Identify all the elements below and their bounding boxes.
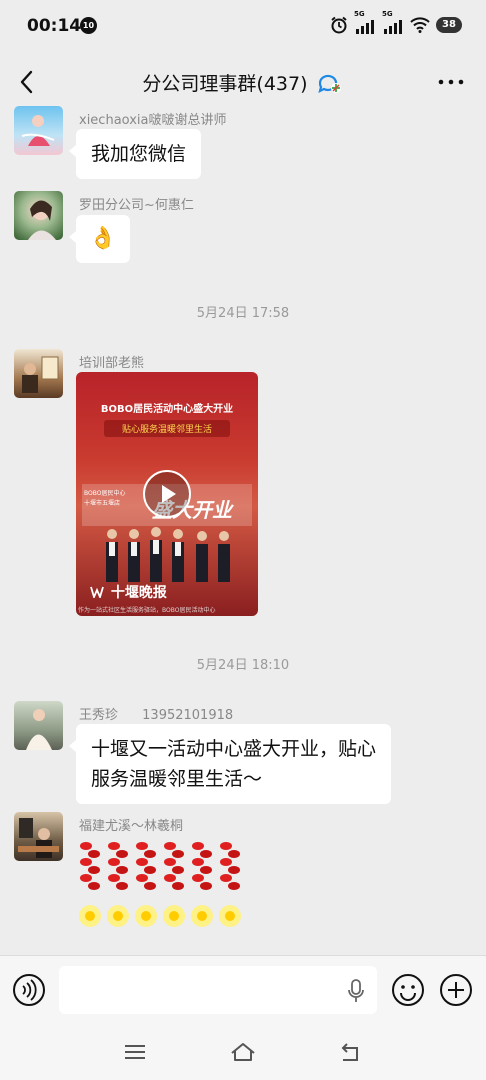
message-bubble[interactable]: 十堰又一活动中心盛大开业，贴心 服务温暖邻里生活～ <box>68 724 392 804</box>
more-button[interactable] <box>436 70 466 94</box>
sender-name: 培训部老熊 <box>79 356 145 371</box>
chat-title-row: 分公司理事群(437) <box>0 69 486 96</box>
chat-title: 分公司理事群(437) <box>142 73 308 95</box>
banner-small-1: BOBO居民中心 <box>84 490 126 497</box>
video-subtitle: 贴心服务温暖邻里生活 <box>104 420 230 437</box>
sender-name: 福建尤溪～林羲桐 <box>79 819 184 834</box>
chat-header: 分公司理事群(437) <box>0 52 486 112</box>
plus-icon <box>440 974 472 1006</box>
sender-name: xiechaoxia啵啵谢总讲师 <box>79 113 227 128</box>
input-bar <box>0 955 486 1025</box>
timestamp: 5月24日 17:58 <box>196 306 290 321</box>
mic-button[interactable] <box>345 978 367 1004</box>
source-logo-icon <box>90 586 104 600</box>
microphone-icon <box>348 979 364 1002</box>
emoji-button[interactable] <box>391 973 425 1007</box>
firecracker-string <box>163 842 185 927</box>
message-bubble[interactable]: 👌 <box>69 215 130 263</box>
message-line: 十堰又一活动中心盛大开业，贴心 <box>91 738 377 760</box>
message-input[interactable] <box>59 966 377 1014</box>
banner-small-2: 十堰市五堰店 <box>84 500 121 507</box>
video-title: BOBO居民活动中心盛大开业 <box>100 404 234 415</box>
battery-icon: 38 <box>436 17 462 33</box>
video-play-button[interactable] <box>143 470 191 518</box>
back-icon <box>341 1043 358 1061</box>
home-icon <box>231 1043 255 1061</box>
avatar[interactable] <box>14 349 63 398</box>
nav-home-button[interactable] <box>229 1038 257 1066</box>
play-icon <box>162 485 176 503</box>
sender-name: 罗田分公司~何惠仁 <box>79 198 194 213</box>
video-source: 十堰晚报 <box>110 585 167 601</box>
sender-name: 王秀珍 13952101918 <box>79 704 233 723</box>
message-bubble[interactable]: 我加您微信 <box>68 129 202 179</box>
nav-back-button[interactable] <box>337 1038 365 1066</box>
avatar[interactable] <box>14 701 63 750</box>
avatar[interactable] <box>14 812 63 861</box>
status-icons: 5G 5G 38 <box>330 10 462 34</box>
voice-button[interactable] <box>12 973 46 1007</box>
firecracker-string <box>79 842 101 927</box>
firecracker-sticker[interactable] <box>76 838 244 934</box>
more-dots-icon <box>438 79 464 85</box>
voice-icon <box>13 974 45 1006</box>
avatar[interactable] <box>14 191 63 240</box>
plus-button[interactable] <box>439 973 473 1007</box>
video-card[interactable]: BOBO居民活动中心盛大开业 贴心服务温暖邻里生活 BOBO居民中心 十堰市五堰… <box>76 372 258 616</box>
wifi-icon <box>410 17 430 33</box>
firecracker-string <box>135 842 157 927</box>
video-source-row: 十堰晚报 <box>90 582 167 602</box>
notification-badge: 10 <box>80 17 97 34</box>
ok-hand-emoji: 👌 <box>89 226 117 251</box>
alarm-icon <box>331 16 347 34</box>
timestamp: 5月24日 18:10 <box>196 658 290 673</box>
sender-name-text: 王秀珍 <box>79 708 119 723</box>
avatar[interactable] <box>14 106 63 155</box>
group-chat-icon <box>317 74 341 93</box>
firecracker-icon <box>79 842 241 927</box>
system-nav-bar <box>0 1025 486 1080</box>
signal-icon-2: 5G <box>382 10 404 34</box>
people-photo <box>106 527 230 582</box>
firecracker-string <box>219 842 241 927</box>
video-caption: 作为一站式社区生活服务驿站，BOBO居民活动中心 <box>78 607 216 614</box>
menu-icon <box>125 1045 145 1059</box>
signal-icon: 5G <box>354 10 376 34</box>
status-bar: 00:14 10 5G 5G 38 <box>0 0 486 52</box>
message-line: 服务温暖邻里生活～ <box>91 768 263 790</box>
nav-menu-button[interactable] <box>121 1038 149 1066</box>
firecracker-string <box>191 842 213 927</box>
sender-phone: 13952101918 <box>142 708 234 723</box>
firecracker-string <box>107 842 129 927</box>
emoji-icon <box>392 974 424 1006</box>
status-time: 00:14 <box>27 16 82 36</box>
